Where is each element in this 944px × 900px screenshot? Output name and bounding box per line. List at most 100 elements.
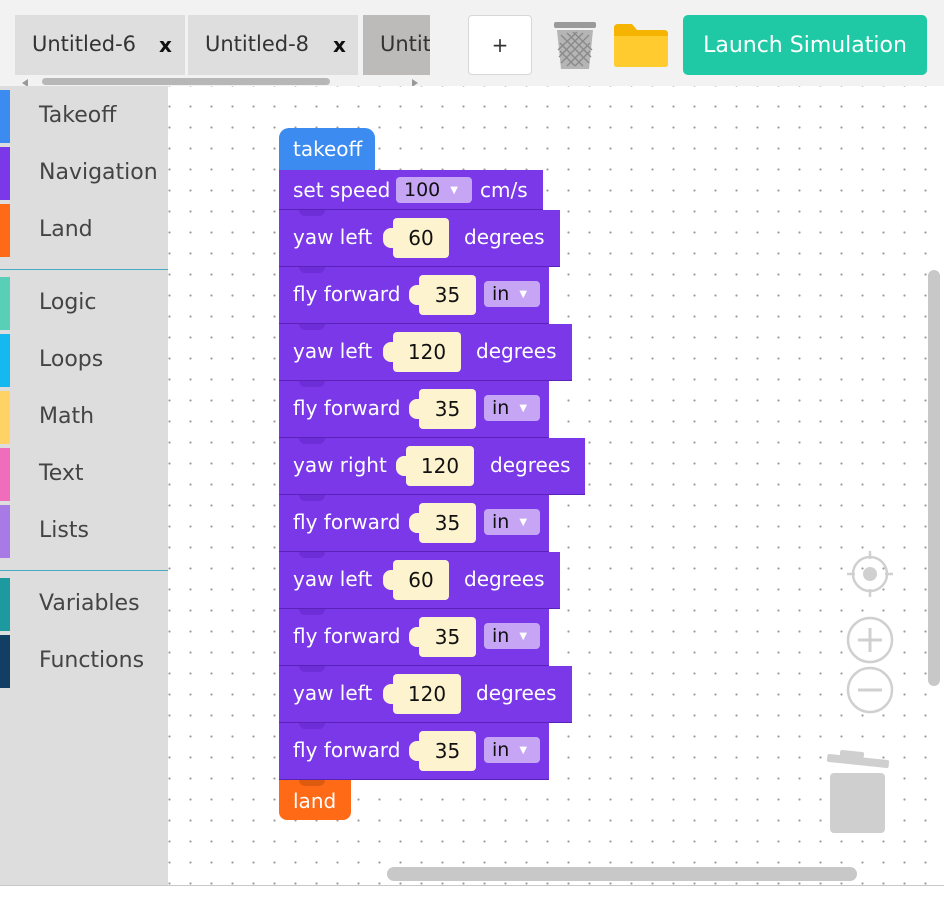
fly-forward-block[interactable]: fly forward 35 in ▼ — [279, 495, 549, 552]
dropdown-value: 100 — [404, 179, 441, 201]
chevron-down-icon: ▼ — [450, 184, 458, 196]
workspace-horizontal-scrollbar[interactable] — [387, 867, 857, 881]
angle-input[interactable]: 120 — [383, 674, 461, 714]
tab-untitled-6[interactable]: Untitled-6 x — [15, 15, 185, 75]
category-color-swatch — [0, 578, 10, 631]
block-label: land — [293, 789, 337, 813]
workspace-vertical-scrollbar[interactable] — [928, 270, 940, 686]
category-color-swatch — [0, 334, 10, 387]
category-land[interactable]: Land — [0, 202, 168, 259]
recenter-icon[interactable] — [845, 549, 895, 599]
new-tab-button[interactable]: + — [468, 15, 532, 75]
category-variables[interactable]: Variables — [0, 576, 168, 633]
category-label: Loops — [39, 347, 104, 372]
angle-input[interactable]: 120 — [396, 446, 474, 486]
dropdown-value: in — [492, 739, 510, 761]
angle-input[interactable]: 60 — [383, 560, 449, 600]
land-block[interactable]: land — [279, 780, 351, 820]
block-unit-label: degrees — [476, 339, 557, 363]
block-notch — [299, 666, 325, 672]
yaw-block[interactable]: yaw left 60 degrees — [279, 552, 560, 609]
unit-dropdown[interactable]: in ▼ — [484, 395, 540, 421]
yaw-block[interactable]: yaw left 120 degrees — [279, 666, 572, 723]
category-label: Navigation — [39, 160, 158, 185]
category-label: Functions — [39, 648, 145, 673]
category-takeoff[interactable]: Takeoff — [0, 88, 168, 145]
tab-untitled-partial[interactable]: Untit — [363, 15, 430, 75]
unit-dropdown[interactable]: in ▼ — [484, 737, 540, 763]
block-notch — [299, 267, 325, 273]
dropdown-value: in — [492, 397, 510, 419]
category-text[interactable]: Text — [0, 446, 168, 503]
launch-simulation-button[interactable]: Launch Simulation — [683, 15, 927, 75]
tab-untitled-8[interactable]: Untitled-8 x — [188, 15, 358, 75]
category-logic[interactable]: Logic — [0, 275, 168, 332]
category-navigation[interactable]: Navigation — [0, 145, 168, 202]
category-separator — [0, 269, 168, 270]
category-math[interactable]: Math — [0, 389, 168, 446]
dropdown-value: in — [492, 511, 510, 533]
yaw-block[interactable]: yaw left 120 degrees — [279, 324, 572, 381]
tab-scrollbar[interactable] — [42, 78, 330, 85]
category-color-swatch — [0, 448, 10, 501]
takeoff-block[interactable]: takeoff — [279, 128, 375, 170]
zoom-in-icon[interactable] — [845, 615, 895, 665]
fly-forward-block[interactable]: fly forward 35 in ▼ — [279, 381, 549, 438]
workspace-trash-icon[interactable] — [826, 749, 890, 835]
distance-input[interactable]: 35 — [409, 389, 476, 429]
chevron-down-icon: ▼ — [519, 516, 528, 528]
speed-dropdown[interactable]: 100 ▼ — [396, 177, 472, 203]
category-functions[interactable]: Functions — [0, 633, 168, 690]
category-label: Logic — [39, 290, 97, 315]
category-color-swatch — [0, 90, 10, 143]
block-label: yaw left — [293, 225, 373, 249]
tab-title: Untit — [380, 32, 430, 56]
block-notch — [299, 438, 325, 444]
unit-dropdown[interactable]: in ▼ — [484, 509, 540, 535]
block-notch — [299, 381, 325, 387]
top-bar: Untitled-6 x Untitled-8 x Untit + Launch… — [0, 0, 944, 87]
delete-trash-icon[interactable] — [551, 19, 599, 71]
zoom-out-icon[interactable] — [845, 665, 895, 715]
block-label: takeoff — [293, 137, 363, 161]
open-folder-icon[interactable] — [612, 22, 670, 68]
category-separator — [0, 570, 168, 571]
chevron-down-icon: ▼ — [519, 744, 528, 756]
distance-input[interactable]: 35 — [409, 731, 476, 771]
distance-input[interactable]: 35 — [409, 275, 476, 315]
block-notch — [299, 780, 325, 786]
block-label: fly forward — [293, 624, 401, 648]
category-loops[interactable]: Loops — [0, 332, 168, 389]
block-notch — [299, 324, 325, 330]
unit-dropdown[interactable]: in ▼ — [484, 623, 540, 649]
tab-close-button[interactable]: x — [333, 33, 346, 57]
yaw-block[interactable]: yaw left 60 degrees — [279, 210, 560, 267]
dropdown-value: in — [492, 283, 510, 305]
tab-strip: Untitled-6 x Untitled-8 x Untit — [15, 15, 430, 75]
angle-input[interactable]: 120 — [383, 332, 461, 372]
bottom-border — [0, 885, 944, 886]
category-lists[interactable]: Lists — [0, 503, 168, 560]
angle-input[interactable]: 60 — [383, 218, 449, 258]
fly-forward-block[interactable]: fly forward 35 in ▼ — [279, 267, 549, 324]
tab-title: Untitled-8 — [205, 32, 310, 56]
block-notch — [299, 552, 325, 558]
unit-dropdown[interactable]: in ▼ — [484, 281, 540, 307]
distance-input[interactable]: 35 — [409, 617, 476, 657]
block-label: yaw right — [293, 453, 387, 477]
block-label: yaw left — [293, 681, 373, 705]
fly-forward-block[interactable]: fly forward 35 in ▼ — [279, 723, 549, 780]
block-notch — [299, 609, 325, 615]
block-unit-label: cm/s — [480, 178, 528, 202]
distance-input[interactable]: 35 — [409, 503, 476, 543]
category-color-swatch — [0, 505, 10, 558]
fly-forward-block[interactable]: fly forward 35 in ▼ — [279, 609, 549, 666]
set-speed-block[interactable]: set speed 100 ▼ cm/s — [279, 170, 543, 210]
category-label: Takeoff — [39, 103, 117, 128]
block-unit-label: degrees — [464, 225, 545, 249]
tab-title: Untitled-6 — [32, 32, 137, 56]
yaw-block[interactable]: yaw right 120 degrees — [279, 438, 585, 495]
tab-close-button[interactable]: x — [159, 33, 172, 57]
category-color-swatch — [0, 204, 10, 257]
category-label: Land — [39, 217, 93, 242]
